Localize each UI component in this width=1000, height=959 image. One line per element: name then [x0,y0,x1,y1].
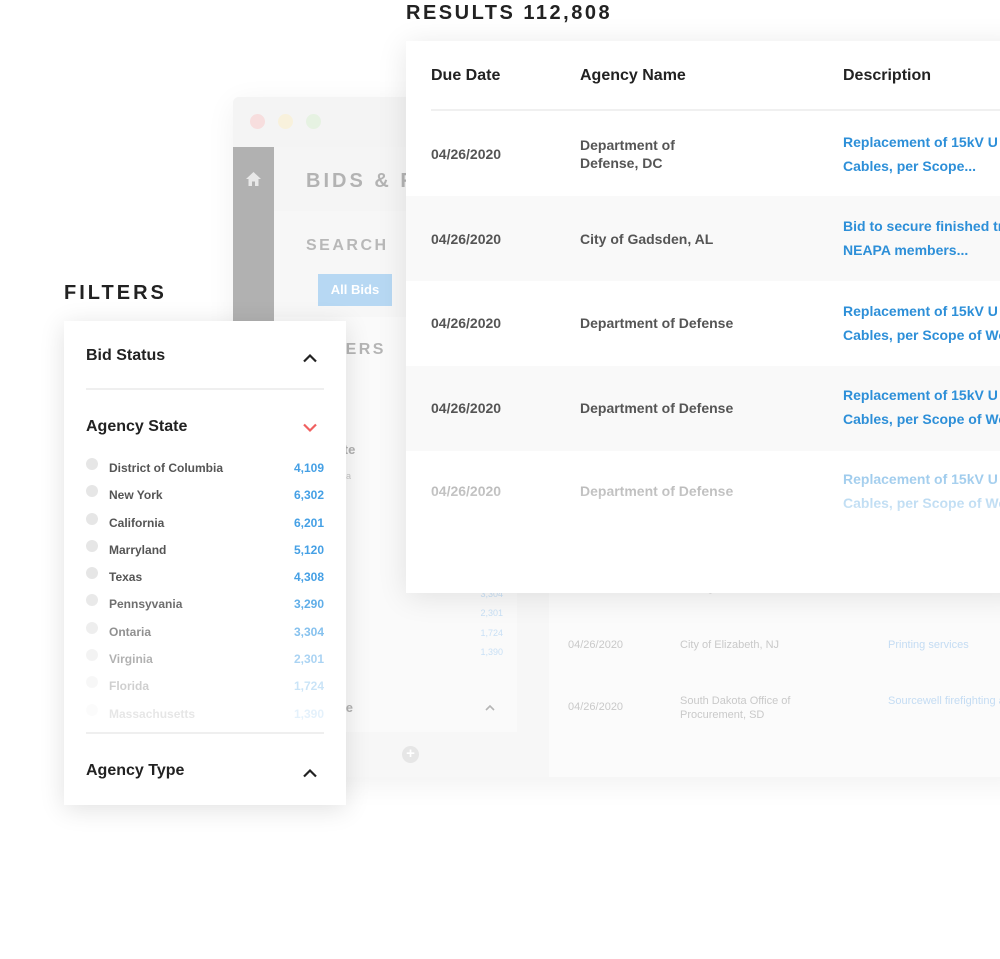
due-date-cell: 04/26/2020 [431,231,502,247]
agency-name-cell: City of Gadsden, AL [580,231,714,247]
state-option[interactable]: Ontaria 3,304 [86,622,324,645]
filter-section-bid-status[interactable]: Bid Status [86,347,165,365]
table-row[interactable]: 04/26/2020 Department of Defense Replace… [406,366,1000,451]
radio-button[interactable] [86,622,98,634]
state-option[interactable]: New York 6,302 [86,485,324,508]
column-header-due-date[interactable]: Due Date [431,67,500,85]
filters-panel: Bid Status Agency State District of Colu… [64,321,346,805]
all-bids-button[interactable]: All Bids [318,274,392,306]
window-minimize-button[interactable] [278,114,293,129]
state-option[interactable]: Virginia 2,301 [86,649,324,672]
agency-name-cell: Department of Defense [580,400,734,416]
radio-button[interactable] [86,458,98,470]
due-date-cell: 04/26/2020 [431,483,502,499]
table-row[interactable]: 04/26/2020 Department of Defense Replace… [406,451,1000,536]
radio-button[interactable] [86,594,98,606]
home-icon[interactable] [245,171,262,187]
due-date-cell: 04/26/2020 [431,315,502,331]
agency-name-cell: Department of Defense [580,483,734,499]
radio-button[interactable] [86,649,98,661]
description-link[interactable]: Replacement of 15kV U Cables, per Scope … [843,299,1000,347]
radio-button[interactable] [86,485,98,497]
chevron-down-icon[interactable] [302,423,318,433]
radio-button[interactable] [86,704,98,716]
state-option[interactable]: Texas 4,308 [86,567,324,590]
chevron-up-icon[interactable] [302,768,318,778]
column-header-agency-name[interactable]: Agency Name [580,67,686,85]
results-table: Due Date Agency Name Description 04/26/2… [406,41,1000,593]
column-header-description[interactable]: Description [843,67,931,85]
chevron-up-icon[interactable] [302,353,318,363]
radio-button[interactable] [86,540,98,552]
state-option[interactable]: Florida 1,724 [86,676,324,699]
table-row[interactable]: 04/26/2020 South Dakota Office of Procur… [549,694,1000,754]
window-close-button[interactable] [250,114,265,129]
table-row[interactable]: 04/26/2020 City of Gadsden, AL Bid to se… [406,196,1000,281]
due-date-cell: 04/26/2020 [431,146,502,162]
table-row[interactable]: 04/26/2020 Department of Defense Replace… [406,281,1000,366]
window-maximize-button[interactable] [306,114,321,129]
agency-state-list: District of Columbia 4,109 New York 6,30… [86,457,324,722]
due-date-cell: 04/26/2020 [431,400,502,416]
radio-button[interactable] [86,513,98,525]
filter-section-agency-type[interactable]: Agency Type [86,762,184,780]
filter-section-agency-state[interactable]: Agency State [86,418,187,436]
description-link[interactable]: Replacement of 15kV U Cables, per Scope … [843,467,1000,515]
table-row[interactable]: 04/26/2020 City of Elizabeth, NJ Printin… [549,638,1000,698]
table-row[interactable]: 04/26/2020 Department of Defense, DC Rep… [406,111,1000,196]
chevron-up-icon[interactable] [485,703,495,713]
description-link[interactable]: Replacement of 15kV U Cables, per Scope.… [843,130,1000,178]
state-option[interactable]: Marryland 5,120 [86,540,324,563]
description-link[interactable]: Bid to secure finished tr NEAPA members.… [843,214,1000,262]
radio-button[interactable] [86,676,98,688]
state-option[interactable]: District of Columbia 4,109 [86,458,324,481]
state-option[interactable]: California 6,201 [86,513,324,536]
search-label: SEARCH [306,237,389,254]
results-heading: RESULTS 112,808 [406,2,613,24]
state-option[interactable]: Massachusetts 1,390 [86,704,324,722]
description-link[interactable]: Replacement of 15kV U Cables, per Scope … [843,383,1000,431]
filters-heading: FILTERS [64,282,167,304]
agency-name-cell: Department of Defense, DC [580,137,675,171]
agency-name-cell: Department of Defense [580,315,734,331]
state-option[interactable]: Pennsyvania 3,290 [86,594,324,617]
add-filter-button[interactable]: + [402,746,419,763]
section-divider [86,388,324,390]
section-divider [86,732,324,734]
radio-button[interactable] [86,567,98,579]
